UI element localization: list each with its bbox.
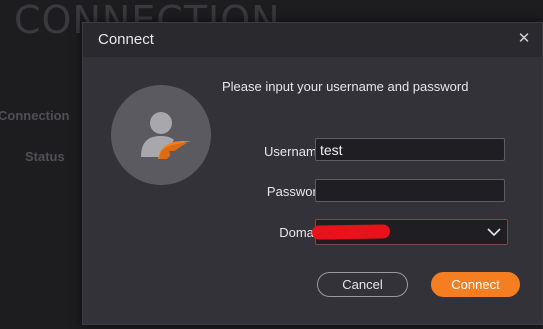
close-icon[interactable]: ✕ — [514, 29, 534, 49]
username-field[interactable] — [315, 138, 505, 161]
dialog-titlebar: Connect ✕ — [83, 23, 542, 57]
domain-label: Domain — [279, 225, 324, 240]
password-label: Password — [266, 184, 324, 199]
domain-select[interactable] — [311, 219, 508, 245]
password-field[interactable] — [315, 179, 505, 202]
login-prompt-text: Please input your username and password — [222, 79, 469, 94]
chevron-down-icon — [487, 228, 501, 237]
dialog-title: Connect — [98, 31, 154, 48]
background-label-connection: Connection — [0, 108, 70, 123]
background-label-status: Status — [25, 149, 65, 164]
cancel-button[interactable]: Cancel — [317, 272, 408, 297]
user-avatar-icon — [111, 85, 211, 185]
username-label: Username — [264, 144, 324, 159]
connect-button[interactable]: Connect — [431, 272, 520, 297]
connect-dialog: Connect ✕ Please input your username and… — [82, 22, 543, 325]
redacted-domain-value — [311, 224, 391, 240]
